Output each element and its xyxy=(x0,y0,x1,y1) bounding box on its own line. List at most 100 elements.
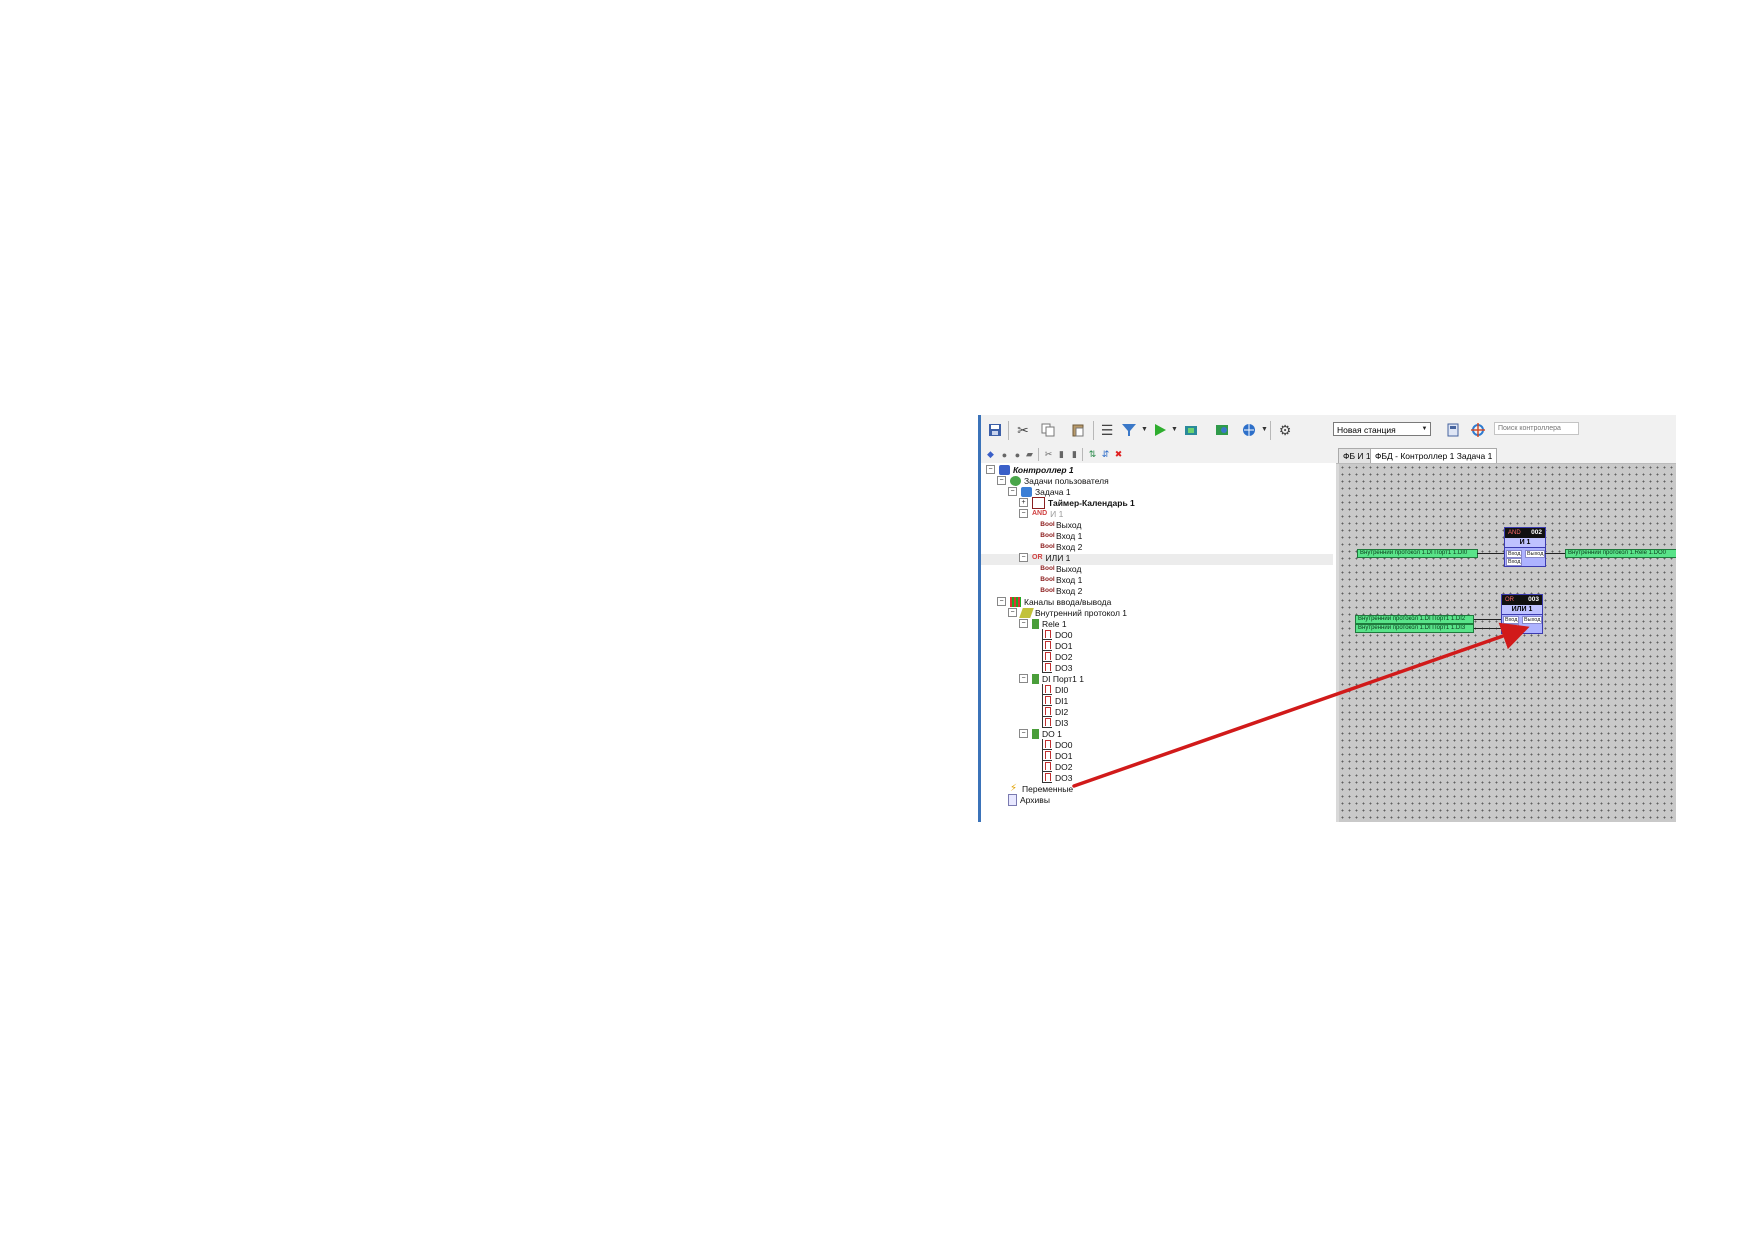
wire xyxy=(1474,619,1501,620)
chevron-down-icon[interactable]: ▼ xyxy=(1419,423,1430,435)
collapse-icon[interactable]: − xyxy=(997,476,1006,485)
gear-icon[interactable]: ⚙ xyxy=(1276,421,1294,439)
tree-node-pin[interactable]: Bool Вход 2 xyxy=(1040,541,1082,552)
tree-node-pin[interactable]: Bool Выход xyxy=(1040,563,1081,574)
controller-add-icon[interactable]: ◆ xyxy=(985,449,996,460)
bool-icon: Bool xyxy=(1040,576,1055,583)
collapse-icon[interactable]: − xyxy=(1008,487,1017,496)
pulse-icon xyxy=(1042,629,1052,640)
tree-node-channel[interactable]: DO2 xyxy=(1042,651,1072,662)
pin-input[interactable]: Вход xyxy=(1503,624,1520,632)
tree-node-di-port[interactable]: − DI Порт1 1 xyxy=(1019,673,1084,684)
variable-and-input[interactable]: Внутренний протокол 1.DI Порт1 1.DI0 xyxy=(1357,549,1478,558)
collapse-icon[interactable]: − xyxy=(1008,608,1017,617)
fb-or-block[interactable]: 003 OR ИЛИ 1 Вход Вход Выход xyxy=(1501,594,1543,634)
tree-node-task[interactable]: − Задача 1 xyxy=(1008,486,1071,497)
chevron-down-icon[interactable]: ▼ xyxy=(1261,426,1268,433)
tree-node-variables[interactable]: ⚡ Переменные xyxy=(1008,783,1073,794)
tree-node-channel[interactable]: DO3 xyxy=(1042,772,1072,783)
block-type: AND xyxy=(1508,530,1521,536)
pin-input[interactable]: Вход xyxy=(1503,616,1520,624)
pin-input[interactable]: Вход xyxy=(1506,558,1523,566)
tree-node-rele[interactable]: − Rele 1 xyxy=(1019,618,1067,629)
tree-node-pin[interactable]: Bool Вход 1 xyxy=(1040,574,1082,585)
controller-icon xyxy=(999,464,1010,475)
delete-icon[interactable]: ▮ xyxy=(1056,449,1067,460)
station-select[interactable]: Новая станция ▼ xyxy=(1333,422,1431,436)
controller-search-input[interactable] xyxy=(1494,422,1579,435)
move-up-icon[interactable]: ⇅ xyxy=(1087,449,1098,460)
tree-node-protocol[interactable]: − Внутренний протокол 1 xyxy=(1008,607,1127,618)
collapse-icon[interactable]: − xyxy=(1019,619,1028,628)
expand-icon[interactable]: + xyxy=(1019,498,1028,507)
module-icon xyxy=(1032,728,1039,739)
tree-node-pin[interactable]: Bool Вход 2 xyxy=(1040,585,1082,596)
pulse-icon xyxy=(1042,706,1052,717)
tree-node-channel[interactable]: DI2 xyxy=(1042,706,1068,717)
pulse-icon xyxy=(1042,717,1052,728)
tag-icon[interactable]: ▰ xyxy=(1024,449,1035,460)
block-name: И 1 xyxy=(1505,538,1545,548)
calculator-icon[interactable] xyxy=(1444,421,1462,439)
toolbar-separator xyxy=(1038,448,1039,461)
target-icon[interactable] xyxy=(1469,421,1487,439)
chevron-down-icon[interactable]: ▼ xyxy=(1141,426,1148,433)
circle-gray-icon[interactable]: ● xyxy=(1012,449,1023,460)
paste-icon[interactable]: ▮ xyxy=(1069,449,1080,460)
tree-node-channel[interactable]: DI0 xyxy=(1042,684,1068,695)
save-icon[interactable] xyxy=(986,421,1004,439)
fbd-canvas[interactable]: Внутренний протокол 1.DI Порт1 1.DI0 002… xyxy=(1339,464,1676,822)
cut-icon[interactable]: ✂ xyxy=(1014,421,1032,439)
collapse-icon[interactable]: − xyxy=(1019,509,1028,518)
circle-gray-icon[interactable]: ● xyxy=(999,449,1010,460)
bool-icon: Bool xyxy=(1040,532,1055,539)
sort-icon[interactable]: ⇵ xyxy=(1100,449,1111,460)
tree-node-and[interactable]: − AND И 1 xyxy=(1019,508,1063,519)
tree-node-pin[interactable]: Bool Выход xyxy=(1040,519,1081,530)
tree-node-channel[interactable]: DO0 xyxy=(1042,629,1072,640)
pin-output[interactable]: Выход xyxy=(1522,616,1543,624)
copy-icon[interactable] xyxy=(1039,421,1057,439)
tab-fbd-task[interactable]: ФБД - Контроллер 1 Задача 1 xyxy=(1370,448,1498,463)
pin-input[interactable]: Вход xyxy=(1506,550,1523,558)
paste-icon[interactable] xyxy=(1069,421,1087,439)
pin-output[interactable]: Выход xyxy=(1525,550,1546,558)
tree-node-timer[interactable]: + Таймер-Календарь 1 xyxy=(1019,496,1135,509)
fb-and-block[interactable]: 002 AND И 1 Вход Вход Выход xyxy=(1504,527,1546,567)
collapse-icon[interactable]: − xyxy=(986,465,995,474)
toolbar-separator xyxy=(1093,421,1094,440)
tree-node-archives[interactable]: Архивы xyxy=(1008,793,1050,806)
tree-node-pin[interactable]: Bool Вход 1 xyxy=(1040,530,1082,541)
network-icon[interactable] xyxy=(1213,421,1231,439)
tree-node-controller[interactable]: − Контроллер 1 xyxy=(986,464,1074,475)
app-window: ✂ ☰ ▼ ▼ ▼ ⚙ Новая станция ▼ Поиск контро… xyxy=(978,415,1676,822)
globe-icon[interactable] xyxy=(1240,421,1258,439)
tree-node-channel[interactable]: DO2 xyxy=(1042,761,1072,772)
tree-node-channel[interactable]: DI1 xyxy=(1042,695,1068,706)
collapse-icon[interactable]: − xyxy=(1019,553,1028,562)
module-icon xyxy=(1032,618,1039,629)
chevron-down-icon[interactable]: ▼ xyxy=(1171,426,1178,433)
tree-node-channel[interactable]: DO0 xyxy=(1042,739,1072,750)
remove-icon[interactable]: ✖ xyxy=(1113,449,1124,460)
tree-node-do[interactable]: − DO 1 xyxy=(1019,728,1062,739)
protocol-icon xyxy=(1019,607,1034,618)
cut-icon[interactable]: ✂ xyxy=(1043,449,1054,460)
tree-node-io-channels[interactable]: − Каналы ввода/вывода xyxy=(997,596,1111,607)
list-icon[interactable]: ☰ xyxy=(1098,421,1116,439)
tree-node-or[interactable]: − OR ИЛИ 1 xyxy=(1019,552,1070,563)
collapse-icon[interactable]: − xyxy=(997,597,1006,606)
export-icon[interactable] xyxy=(1182,421,1200,439)
variable-or-input-2[interactable]: Внутренний протокол 1.DI Порт1 1.DI3 xyxy=(1355,624,1474,633)
download-filter-icon[interactable] xyxy=(1120,421,1138,439)
collapse-icon[interactable]: − xyxy=(1019,729,1028,738)
tree-node-channel[interactable]: DO1 xyxy=(1042,750,1072,761)
variable-and-output[interactable]: Внутренний протокол 1.Rele 1.DO0 xyxy=(1565,549,1676,558)
tree-node-channel[interactable]: DO1 xyxy=(1042,640,1072,651)
run-icon[interactable] xyxy=(1151,421,1169,439)
collapse-icon[interactable]: − xyxy=(1019,674,1028,683)
tree-node-channel[interactable]: DO3 xyxy=(1042,662,1072,673)
tree-node-user-tasks[interactable]: − Задачи пользователя xyxy=(997,475,1109,486)
variable-or-input-1[interactable]: Внутренний протокол 1.DI Порт1 1.DI2 xyxy=(1355,615,1474,624)
tree-node-channel[interactable]: DI3 xyxy=(1042,717,1068,728)
